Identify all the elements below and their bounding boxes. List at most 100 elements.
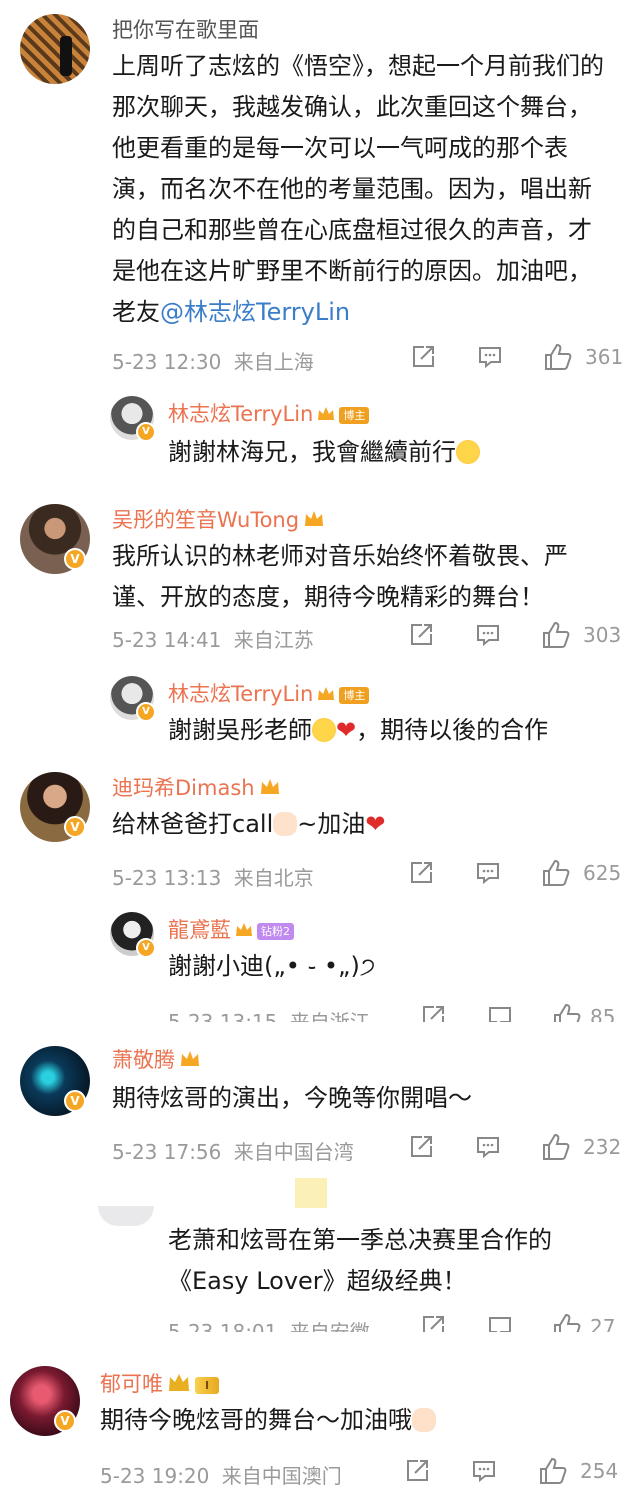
level-badge: I bbox=[195, 1376, 220, 1394]
comment-button[interactable] bbox=[487, 1314, 513, 1332]
crown-icon bbox=[167, 1372, 191, 1399]
username[interactable]: 迪玛希Dimash bbox=[112, 772, 281, 802]
location: 来自中国澳门 bbox=[221, 1464, 342, 1488]
share-button[interactable] bbox=[410, 344, 436, 370]
time: 5-23 17:56 bbox=[112, 1140, 222, 1164]
share-button[interactable] bbox=[404, 1458, 430, 1484]
comment-icon bbox=[477, 863, 499, 885]
comment-button[interactable] bbox=[475, 622, 501, 648]
crown-icon bbox=[303, 509, 325, 534]
verified-badge: V bbox=[136, 938, 156, 958]
location: 来自北京 bbox=[233, 866, 314, 890]
comment-button[interactable] bbox=[477, 344, 503, 370]
comment-item: V 郁可唯 I 期待今晚炫哥的舞台～加油哦 5-23 19:20 来自中国澳门 … bbox=[0, 1356, 640, 1490]
timestamp: 5-23 13:13 来自北京 bbox=[112, 862, 314, 891]
like-count: 361 bbox=[585, 345, 624, 369]
reply-username[interactable]: 林志炫TerryLin 博主 bbox=[168, 678, 370, 708]
timestamp: 5-23 18:01 来自安徽 bbox=[168, 1316, 370, 1332]
location: 来自中国台湾 bbox=[233, 1140, 354, 1164]
reply-text: 謝謝小迪(„• ֊ •„)੭ bbox=[168, 952, 376, 980]
comment-button[interactable] bbox=[471, 1458, 497, 1484]
time: 5-23 12:30 bbox=[112, 350, 222, 374]
comment-icon bbox=[477, 1137, 499, 1159]
comment-button[interactable] bbox=[475, 860, 501, 886]
comment-icon bbox=[479, 347, 501, 369]
comment-icon bbox=[489, 1317, 511, 1332]
verified-badge: V bbox=[64, 548, 86, 570]
share-icon bbox=[411, 862, 432, 883]
like-button[interactable]: 254 bbox=[538, 1456, 618, 1486]
comment-text: 给林爸爸打call ~加油❤ bbox=[112, 804, 385, 845]
thumbs-up-icon bbox=[554, 1003, 581, 1022]
username[interactable]: 把你写在歌里面 bbox=[112, 14, 259, 44]
verified-badge: V bbox=[136, 422, 156, 442]
like-button[interactable]: 361 bbox=[543, 342, 623, 372]
timestamp: 5-23 17:56 来自中国台湾 bbox=[112, 1136, 354, 1165]
comment-item: V 萧敬腾 期待炫哥的演出，今晚等你開唱～ 5-23 17:56 来自中国台湾 … bbox=[0, 1036, 640, 1336]
username[interactable]: 吴彤的笙音WuTong bbox=[112, 504, 325, 534]
location: 来自江苏 bbox=[233, 628, 314, 652]
comment-text: 期待今晚炫哥的舞台～加油哦 bbox=[100, 1400, 436, 1441]
like-button[interactable]: 232 bbox=[541, 1132, 621, 1162]
smile-emoji-icon bbox=[312, 718, 336, 742]
like-count: 625 bbox=[583, 861, 622, 885]
avatar[interactable] bbox=[20, 14, 90, 84]
crown-icon bbox=[235, 919, 253, 943]
reply-body-end: ，期待以後的合作 bbox=[356, 716, 549, 744]
comment-body: 上周听了志炫的《悟空》，想起一个月前我们的那次聊天，我越发确认，此次重回这个舞台… bbox=[112, 52, 604, 326]
time: 5-23 14:41 bbox=[112, 628, 222, 652]
share-button[interactable] bbox=[408, 622, 434, 648]
comment-button[interactable] bbox=[487, 1004, 513, 1022]
thumbs-up-icon bbox=[543, 859, 570, 886]
mention-link[interactable]: @林志炫TerryLin bbox=[160, 298, 350, 326]
comment-item: V 吴彤的笙音WuTong 我所认识的林老师对音乐始终怀着敬畏、严谨、开放的态度… bbox=[0, 490, 640, 760]
reply-username[interactable]: 龍鳶藍 钻粉2 bbox=[168, 914, 294, 944]
comment-icon bbox=[473, 1461, 495, 1483]
like-button[interactable]: 625 bbox=[541, 858, 621, 888]
like-button[interactable]: 85 bbox=[552, 1002, 615, 1022]
location: 来自上海 bbox=[233, 350, 314, 374]
comment-icon bbox=[477, 625, 499, 647]
heart-icon: ❤ bbox=[365, 810, 386, 838]
reply-username[interactable]: 林志炫TerryLin 博主 bbox=[168, 398, 370, 428]
sticker-placeholder bbox=[295, 1178, 327, 1208]
verified-badge: V bbox=[136, 702, 156, 722]
like-button[interactable]: 303 bbox=[541, 620, 621, 650]
share-button[interactable] bbox=[408, 860, 434, 886]
reply-body: 謝謝吳彤老師 bbox=[168, 716, 312, 744]
thumbs-up-icon bbox=[543, 1133, 570, 1160]
smile-emoji-icon bbox=[456, 440, 480, 464]
comment-body: 期待今晚炫哥的舞台～加油哦 bbox=[100, 1406, 412, 1434]
user-name: 萧敬腾 bbox=[112, 1048, 175, 1072]
comment-body-end: ~加油 bbox=[297, 810, 366, 838]
share-button[interactable] bbox=[420, 1314, 446, 1332]
share-icon bbox=[423, 1006, 444, 1022]
reply-user-name: 林志炫TerryLin bbox=[168, 402, 314, 426]
reply-avatar[interactable] bbox=[98, 1206, 154, 1226]
user-name: 郁可唯 bbox=[100, 1372, 163, 1396]
like-count: 27 bbox=[590, 1315, 616, 1332]
location: 来自安徽 bbox=[289, 1320, 370, 1332]
share-button[interactable] bbox=[408, 1134, 434, 1160]
timestamp: 5-23 14:41 来自江苏 bbox=[112, 624, 314, 653]
comment-text: 我所认识的林老师对音乐始终怀着敬畏、严谨、开放的态度，期待今晚精彩的舞台！ bbox=[112, 542, 568, 611]
user-name: 吴彤的笙音WuTong bbox=[112, 508, 300, 532]
share-icon bbox=[423, 1316, 444, 1332]
time: 5-23 13:15 bbox=[168, 1010, 278, 1022]
comment-button[interactable] bbox=[475, 1134, 501, 1160]
time: 5-23 18:01 bbox=[168, 1320, 278, 1332]
username[interactable]: 萧敬腾 bbox=[112, 1044, 201, 1074]
verified-badge: V bbox=[64, 816, 86, 838]
fan-badge: 钻粉2 bbox=[257, 922, 294, 940]
like-count: 303 bbox=[583, 623, 622, 647]
time: 5-23 13:13 bbox=[112, 866, 222, 890]
comment-text: 上周听了志炫的《悟空》，想起一个月前我们的那次聊天，我越发确认，此次重回这个舞台… bbox=[112, 46, 612, 333]
share-button[interactable] bbox=[420, 1004, 446, 1022]
crown-icon bbox=[259, 777, 281, 802]
like-button[interactable]: 27 bbox=[552, 1312, 615, 1332]
username[interactable]: 郁可唯 I bbox=[100, 1368, 220, 1399]
crown-icon bbox=[317, 403, 335, 427]
user-name: 迪玛希Dimash bbox=[112, 776, 255, 800]
timestamp: 5-23 13:15 来自浙江 bbox=[168, 1006, 370, 1022]
blogger-badge: 博主 bbox=[339, 686, 370, 704]
